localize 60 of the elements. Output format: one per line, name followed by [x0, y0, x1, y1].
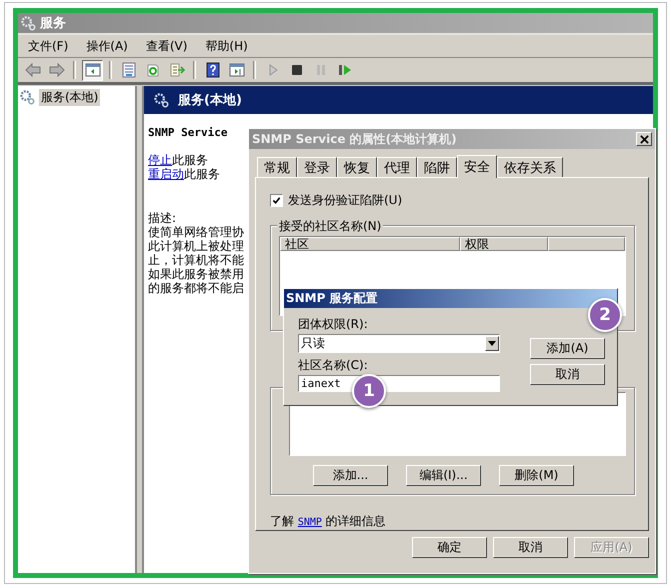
dialog-button[interactable]: 添加(A) [530, 338, 605, 359]
description-text: 的服务都将不能启 [148, 281, 245, 295]
field-label: 团体权限(R): [298, 317, 369, 331]
service-name: SNMP Service [148, 126, 228, 139]
check-icon [272, 196, 281, 205]
column-header[interactable]: 社区 [280, 237, 460, 251]
action-text: 重启动此服务 [148, 167, 221, 181]
forward-arrow-icon [48, 62, 64, 78]
properties-icon [120, 62, 136, 78]
tab[interactable]: 常规 [257, 157, 297, 177]
action-link[interactable]: 重启动 [148, 167, 184, 181]
snmp-link[interactable]: SNMP [298, 517, 322, 528]
menu-item[interactable]: 操作(A) [86, 38, 128, 54]
tree-pane-icon [84, 62, 100, 78]
description-label: 描述: [148, 211, 178, 225]
info-text: 了解 SNMP 的详细信息 [270, 513, 387, 530]
tab[interactable]: 代理 [377, 157, 417, 177]
tab[interactable]: 恢复 [337, 157, 377, 177]
refresh-icon [144, 62, 160, 78]
export-list-icon [168, 62, 184, 78]
checkbox-label[interactable]: 发送身份验证陷阱(U) [288, 192, 402, 209]
description-text: 此计算机上被处理 [148, 239, 245, 253]
tree-item[interactable]: 服务(本地) [39, 89, 100, 106]
menu-item[interactable]: 文件(F) [28, 38, 68, 54]
column-header[interactable] [548, 237, 625, 251]
field-label: 社区名称(C): [298, 358, 369, 372]
rights-dropdown[interactable]: 只读 [298, 334, 500, 353]
close-icon [640, 134, 648, 144]
console-pane-icon [228, 62, 244, 78]
description-text: 如果此服务被禁用 [148, 267, 245, 281]
dialog-button[interactable]: 取消 [530, 364, 605, 385]
tab[interactable]: 陷阱 [417, 157, 457, 177]
tab[interactable]: 登录 [297, 157, 337, 177]
description-text: 使简单网络管理协 [148, 225, 245, 239]
back-arrow-icon [24, 62, 40, 78]
panel-title: 服务(本地) [178, 92, 242, 109]
dialog-title: SNMP 服务配置 [286, 290, 378, 307]
group-label: 接受的社区名称(N) [277, 218, 384, 235]
action-text: 停止此服务 [148, 153, 209, 167]
resume-icon [336, 62, 352, 78]
dialog-title: SNMP Service 的属性(本地计算机) [252, 130, 457, 148]
gears-icon [20, 90, 35, 105]
tab[interactable]: 安全 [457, 155, 497, 178]
tab[interactable]: 依存关系 [497, 157, 563, 177]
description-text: 止，计算机将不能 [148, 253, 245, 267]
list-button[interactable]: 添加... [313, 465, 388, 486]
dialog-button[interactable]: 确定 [412, 537, 487, 558]
window-title: 服务 [40, 15, 66, 32]
gears-icon [154, 92, 169, 108]
checkbox[interactable] [270, 194, 283, 207]
help-icon [204, 62, 220, 78]
gears-icon [21, 16, 36, 30]
list-button[interactable]: 编辑(I)... [406, 465, 481, 486]
menu-item[interactable]: 帮助(H) [205, 38, 248, 54]
action-link[interactable]: 停止 [148, 153, 172, 167]
close-button[interactable] [636, 132, 652, 146]
column-header[interactable]: 权限 [460, 237, 548, 251]
list-button[interactable]: 删除(M) [499, 465, 574, 486]
dialog-button[interactable]: 取消 [493, 537, 568, 558]
menu-item[interactable]: 查看(V) [146, 38, 188, 54]
